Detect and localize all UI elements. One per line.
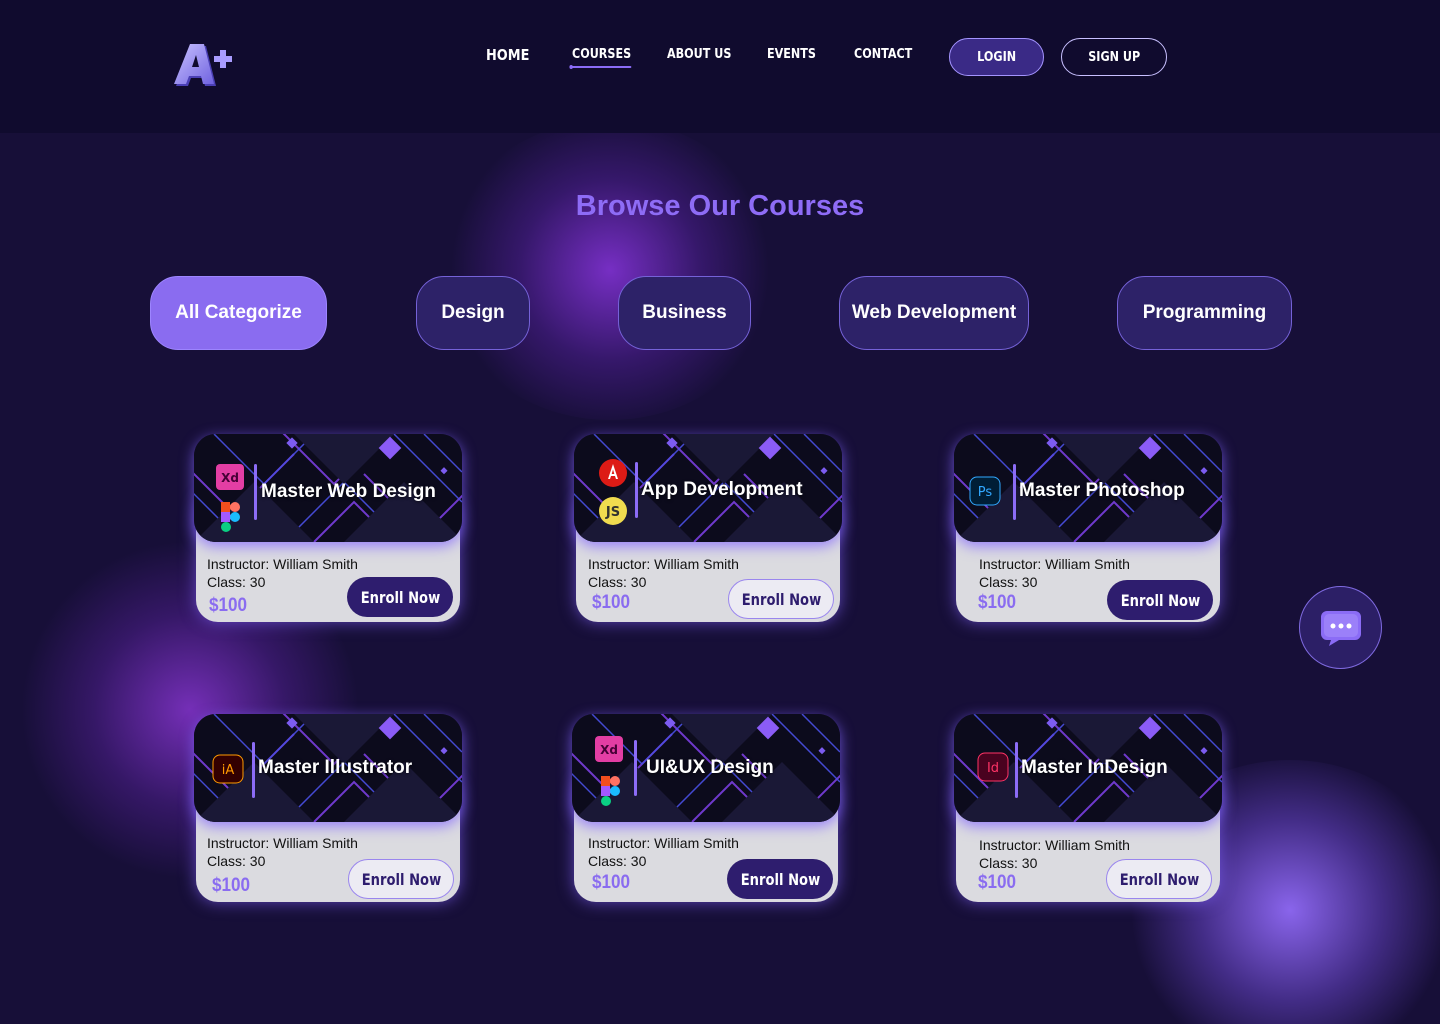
javascript-icon: JS <box>598 496 628 531</box>
course-card-illustrator: iA Master Illustrator Instructor: Willia… <box>194 714 462 904</box>
svg-text:Id: Id <box>987 761 999 776</box>
nav-events[interactable]: EVENTS <box>767 47 816 62</box>
course-card-ui-ux-design: Xd UI&UX Design Instructor: William Smit… <box>572 714 840 904</box>
figma-icon <box>220 502 242 537</box>
course-card-app-development: JS App Development Instructor: William S… <box>574 434 842 624</box>
course-title: Master Illustrator <box>258 757 413 778</box>
site-header: HOME COURSES ABOUT US EVENTS CONTACT LOG… <box>0 0 1440 133</box>
signup-button[interactable]: SIGN UP <box>1061 38 1167 76</box>
nav-about-us[interactable]: ABOUT US <box>667 47 731 62</box>
enroll-now-button[interactable]: Enroll Now <box>727 859 833 899</box>
page-title: Browse Our Courses <box>575 190 865 222</box>
course-price: $100 <box>978 592 1017 613</box>
chat-bubble-icon <box>1320 610 1361 646</box>
course-class-count: Class: 30 <box>588 574 647 590</box>
illustrator-icon: iA <box>212 754 244 789</box>
course-price: $100 <box>209 595 248 616</box>
category-web-development[interactable]: Web Development <box>839 276 1029 350</box>
enroll-now-button[interactable]: Enroll Now <box>1106 859 1212 899</box>
category-business[interactable]: Business <box>618 276 751 350</box>
svg-text:Xd: Xd <box>221 471 239 485</box>
course-title: Master Photoshop <box>1019 480 1185 501</box>
course-instructor: Instructor: William Smith <box>979 837 1130 853</box>
category-all[interactable]: All Categorize <box>150 276 327 350</box>
course-class-count: Class: 30 <box>588 853 647 869</box>
course-class-count: Class: 30 <box>979 574 1038 590</box>
course-title: App Development <box>641 479 803 500</box>
adobe-xd-icon: Xd <box>216 464 244 495</box>
course-title: Master Web Design <box>261 481 436 502</box>
nav-courses[interactable]: COURSES <box>569 47 631 69</box>
course-title: Master InDesign <box>1021 757 1168 778</box>
course-price: $100 <box>212 875 251 896</box>
course-price: $100 <box>978 872 1017 893</box>
enroll-now-button[interactable]: Enroll Now <box>348 859 454 899</box>
course-instructor: Instructor: William Smith <box>588 556 739 572</box>
enroll-now-button[interactable]: Enroll Now <box>347 577 453 617</box>
svg-text:Xd: Xd <box>600 743 618 757</box>
svg-text:Ps: Ps <box>978 485 993 500</box>
svg-text:JS: JS <box>605 505 620 520</box>
course-class-count: Class: 30 <box>979 855 1038 871</box>
indesign-icon: Id <box>977 752 1009 787</box>
course-card-indesign: Id Master InDesign Instructor: William S… <box>954 714 1222 904</box>
course-title: UI&UX Design <box>646 757 774 778</box>
category-programming[interactable]: Programming <box>1117 276 1292 350</box>
course-class-count: Class: 30 <box>207 853 266 869</box>
course-instructor: Instructor: William Smith <box>207 556 358 572</box>
course-card-photoshop: Ps Master Photoshop Instructor: William … <box>954 434 1222 624</box>
angular-icon <box>598 458 628 493</box>
course-price: $100 <box>592 872 631 893</box>
course-card-web-design: Xd Master Web Design Instructor: William… <box>194 434 462 624</box>
nav-contact[interactable]: CONTACT <box>854 47 912 62</box>
photoshop-icon: Ps <box>969 476 1001 511</box>
a-plus-logo-icon[interactable] <box>172 40 244 90</box>
course-instructor: Instructor: William Smith <box>979 556 1130 572</box>
adobe-xd-icon: Xd <box>595 736 623 767</box>
svg-text:iA: iA <box>222 763 235 778</box>
enroll-now-button[interactable]: Enroll Now <box>728 579 834 619</box>
enroll-now-button[interactable]: Enroll Now <box>1107 580 1213 620</box>
chat-button[interactable] <box>1299 586 1382 669</box>
figma-icon <box>600 776 622 811</box>
nav-home[interactable]: HOME <box>486 46 529 64</box>
login-button[interactable]: LOGIN <box>949 38 1044 76</box>
category-design[interactable]: Design <box>416 276 530 350</box>
course-instructor: Instructor: William Smith <box>588 835 739 851</box>
course-instructor: Instructor: William Smith <box>207 835 358 851</box>
course-class-count: Class: 30 <box>207 574 266 590</box>
course-price: $100 <box>592 592 631 613</box>
